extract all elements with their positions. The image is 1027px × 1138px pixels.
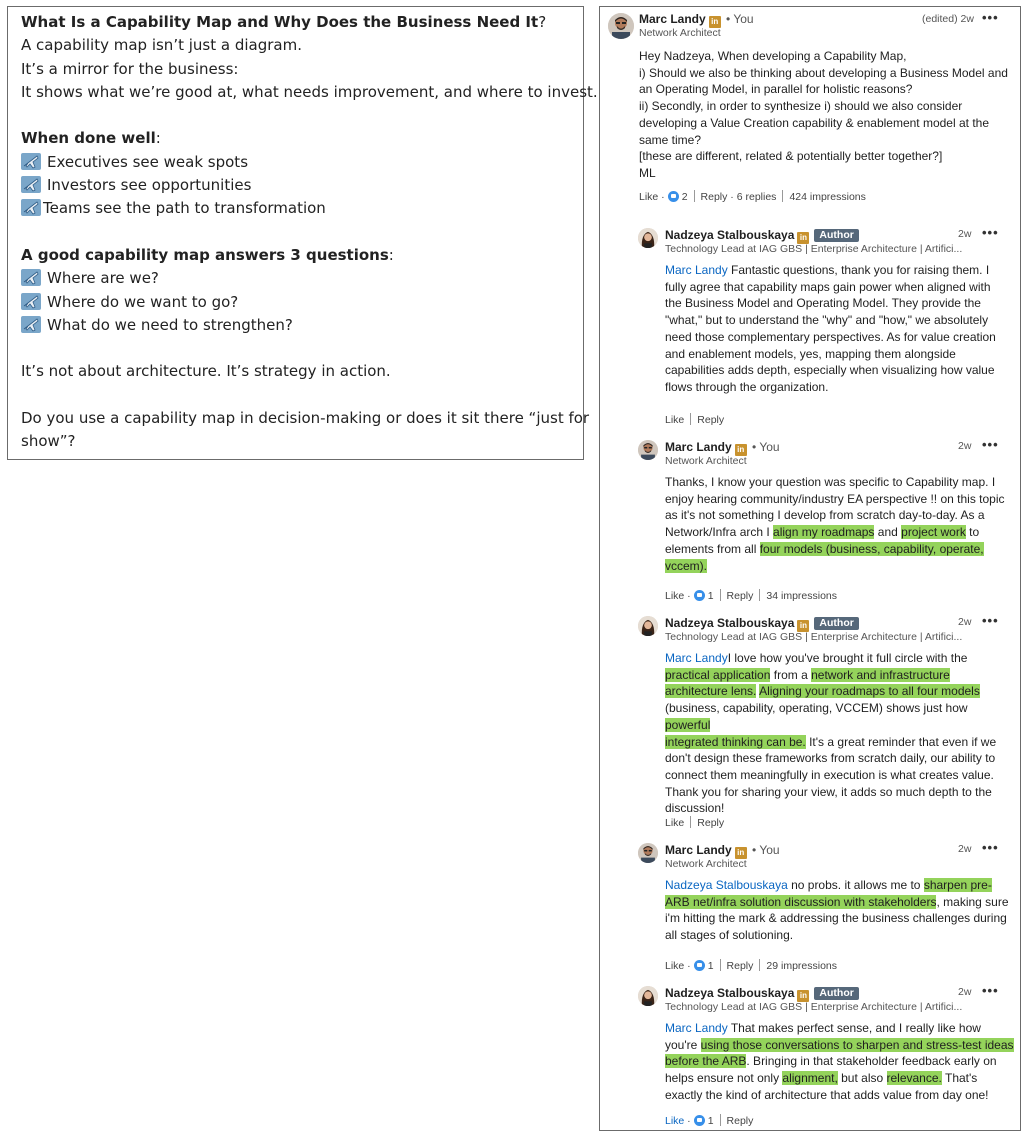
post-cta-line-1: Do you use a capability map in decision-… <box>21 409 590 428</box>
timestamp: 2w <box>958 440 972 452</box>
more-options-icon[interactable]: ••• <box>982 841 999 854</box>
author-name[interactable]: Nadzeya Stalbouskaya <box>665 986 794 1000</box>
post-title: What Is a Capability Map and Why Does th… <box>21 13 547 31</box>
author-headline: Network Architect <box>639 27 721 39</box>
comment-body: Nadzeya Stalbouskaya no probs. it allows… <box>665 878 1009 943</box>
airplane-icon <box>21 153 41 170</box>
like-button[interactable]: Like <box>665 817 684 829</box>
reaction-count[interactable]: 1 <box>708 1115 714 1127</box>
more-options-icon[interactable]: ••• <box>982 438 999 451</box>
comment-actions: Like · 1 Reply 34 impressions <box>665 589 838 602</box>
comment-actions: Like · 1 Reply <box>665 1114 754 1127</box>
mention-link[interactable]: Marc Landy <box>665 263 728 277</box>
impressions: 424 impressions <box>789 191 866 203</box>
reply-button[interactable]: Reply <box>701 191 728 203</box>
timestamp: 2w <box>958 616 972 628</box>
comment-body: Marc Landy Fantastic questions, thank yo… <box>665 263 996 394</box>
questions-heading: A good capability map answers 3 question… <box>21 245 394 264</box>
timestamp: (edited) 2w <box>922 13 974 25</box>
reaction-count[interactable]: 1 <box>708 590 714 602</box>
avatar[interactable] <box>608 13 634 39</box>
more-options-icon[interactable]: ••• <box>982 11 999 24</box>
author-name[interactable]: Marc Landy <box>665 440 732 454</box>
author-badge: Author <box>814 229 859 242</box>
post-closing: It’s not about architecture. It’s strate… <box>21 362 391 381</box>
impressions: 29 impressions <box>766 960 838 972</box>
timestamp: 2w <box>958 843 972 855</box>
mention-link[interactable]: Nadzeya Stalbouskaya <box>665 878 788 892</box>
author-headline: Technology Lead at IAG GBS | Enterprise … <box>665 243 963 255</box>
reaction-count[interactable]: 2 <box>682 191 688 203</box>
more-options-icon[interactable]: ••• <box>982 984 999 997</box>
like-reaction-icon <box>693 960 705 971</box>
timestamp: 2w <box>958 228 972 240</box>
avatar[interactable] <box>638 440 658 460</box>
timestamp: 2w <box>958 986 972 998</box>
replies-count[interactable]: 6 replies <box>737 191 777 203</box>
post-line-3: It shows what we’re good at, what needs … <box>21 82 598 101</box>
post-cta-line-2: show”? <box>21 432 76 451</box>
reply-button[interactable]: Reply <box>727 590 754 602</box>
like-reaction-icon <box>693 1115 705 1126</box>
comment-actions: Like Reply <box>665 816 724 830</box>
comment-body: Hey Nadzeya, When developing a Capabilit… <box>639 49 1008 180</box>
more-options-icon[interactable]: ••• <box>982 226 999 239</box>
author-name[interactable]: Marc Landy <box>639 12 706 26</box>
mention-link[interactable]: Marc Landy <box>665 1021 728 1035</box>
avatar[interactable] <box>638 843 658 863</box>
author-badge: Author <box>814 987 859 1000</box>
done-well-heading: When done well: <box>21 129 161 148</box>
airplane-icon <box>21 176 41 193</box>
avatar[interactable] <box>638 228 658 248</box>
reply-button[interactable]: Reply <box>697 817 724 829</box>
comment-body: Thanks, I know your question was specifi… <box>665 475 1005 573</box>
avatar[interactable] <box>638 986 658 1006</box>
author-headline: Technology Lead at IAG GBS | Enterprise … <box>665 631 963 643</box>
like-button[interactable]: Like <box>639 191 658 203</box>
like-button[interactable]: Like <box>665 1115 684 1127</box>
author-headline: Network Architect <box>665 455 747 467</box>
author-name[interactable]: Marc Landy <box>665 843 732 857</box>
question-item: What do we need to strengthen? <box>21 314 583 337</box>
comment-actions: Like · 2 Reply · 6 replies 424 impressions <box>639 190 866 203</box>
author-name[interactable]: Nadzeya Stalbouskaya <box>665 616 794 630</box>
reaction-count[interactable]: 1 <box>708 960 714 972</box>
like-button[interactable]: Like <box>665 590 684 602</box>
post-panel: What Is a Capability Map and Why Does th… <box>7 6 598 460</box>
you-label: • You <box>726 12 754 26</box>
author-badge: Author <box>814 617 859 630</box>
author-name[interactable]: Nadzeya Stalbouskaya <box>665 228 794 242</box>
question-item: Where are we? <box>21 267 583 290</box>
airplane-icon <box>21 269 41 286</box>
post-line-2: It’s a mirror for the business: <box>21 59 239 78</box>
reply-button[interactable]: Reply <box>697 414 724 426</box>
comment-actions: Like · 1 Reply 29 impressions <box>665 959 838 972</box>
like-button[interactable]: Like <box>665 960 684 972</box>
like-reaction-icon <box>667 191 679 202</box>
comment-body: Marc LandyI love how you've brought it f… <box>665 651 997 816</box>
done-well-item: Investors see opportunities <box>21 174 583 197</box>
airplane-icon <box>21 316 41 333</box>
reply-button[interactable]: Reply <box>727 1115 754 1127</box>
avatar[interactable] <box>638 616 658 636</box>
more-options-icon[interactable]: ••• <box>982 614 999 627</box>
mention-link[interactable]: Marc Landy <box>665 651 728 665</box>
you-label: • You <box>752 843 780 857</box>
airplane-icon <box>21 199 41 216</box>
you-label: • You <box>752 440 780 454</box>
question-item: Where do we want to go? <box>21 291 583 314</box>
impressions: 34 impressions <box>766 590 838 602</box>
done-well-item: Teams see the path to transformation <box>21 197 583 220</box>
author-headline: Technology Lead at IAG GBS | Enterprise … <box>665 1001 963 1013</box>
comments-panel: Marc Landy in • You Network Architect (ed… <box>599 6 1021 1131</box>
reply-button[interactable]: Reply <box>727 960 754 972</box>
like-button[interactable]: Like <box>665 414 684 426</box>
like-reaction-icon <box>693 590 705 601</box>
comment-actions: Like Reply <box>665 413 724 427</box>
post-line-1: A capability map isn’t just a diagram. <box>21 36 302 55</box>
done-well-item: Executives see weak spots <box>21 151 583 174</box>
comment-body: Marc Landy That makes perfect sense, and… <box>665 1021 1014 1102</box>
author-headline: Network Architect <box>665 858 747 870</box>
airplane-icon <box>21 293 41 310</box>
